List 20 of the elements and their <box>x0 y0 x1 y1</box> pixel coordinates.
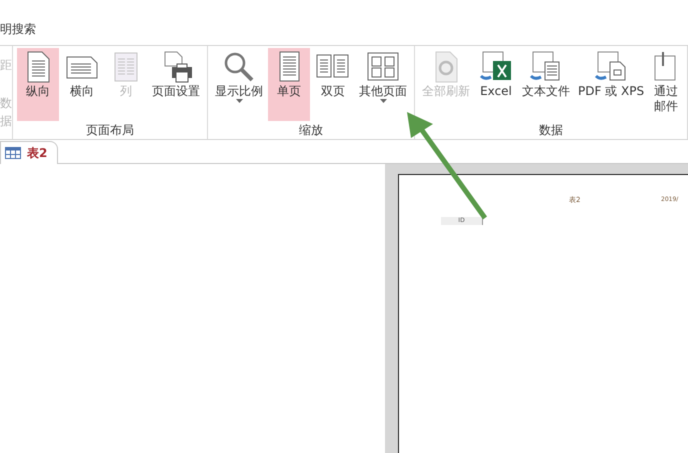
ribbon-button[interactable]: 文本文件 <box>519 48 573 121</box>
ribbon-button[interactable]: PDF 或 XPS <box>575 48 648 121</box>
ribbon-button[interactable]: 通过邮件 <box>649 48 684 121</box>
table-icon <box>5 147 21 159</box>
ribbon-button[interactable]: 双页 <box>312 48 354 121</box>
ribbon-button[interactable]: 其他页面 <box>356 48 410 121</box>
document-tab[interactable]: 表2 <box>0 141 58 164</box>
ribbon-button[interactable]: Excel <box>475 48 517 121</box>
search-icon <box>222 50 256 84</box>
ribbon-button[interactable]: 显示比例 <box>212 48 266 121</box>
search-hint[interactable]: 明搜索 <box>0 22 36 36</box>
caret-icon <box>380 99 386 103</box>
ribbon-button[interactable]: 纵向 <box>17 48 59 121</box>
group-label: 数据 <box>538 122 564 139</box>
caret-icon <box>236 99 242 103</box>
ribbon-button[interactable]: 横向 <box>61 48 103 121</box>
ribbon-button[interactable]: 单页 <box>268 48 310 121</box>
group-label: 页面布局 <box>85 122 135 139</box>
ribbon-button[interactable]: 页面设置 <box>149 48 203 121</box>
group-label: 缩放 <box>298 122 324 139</box>
